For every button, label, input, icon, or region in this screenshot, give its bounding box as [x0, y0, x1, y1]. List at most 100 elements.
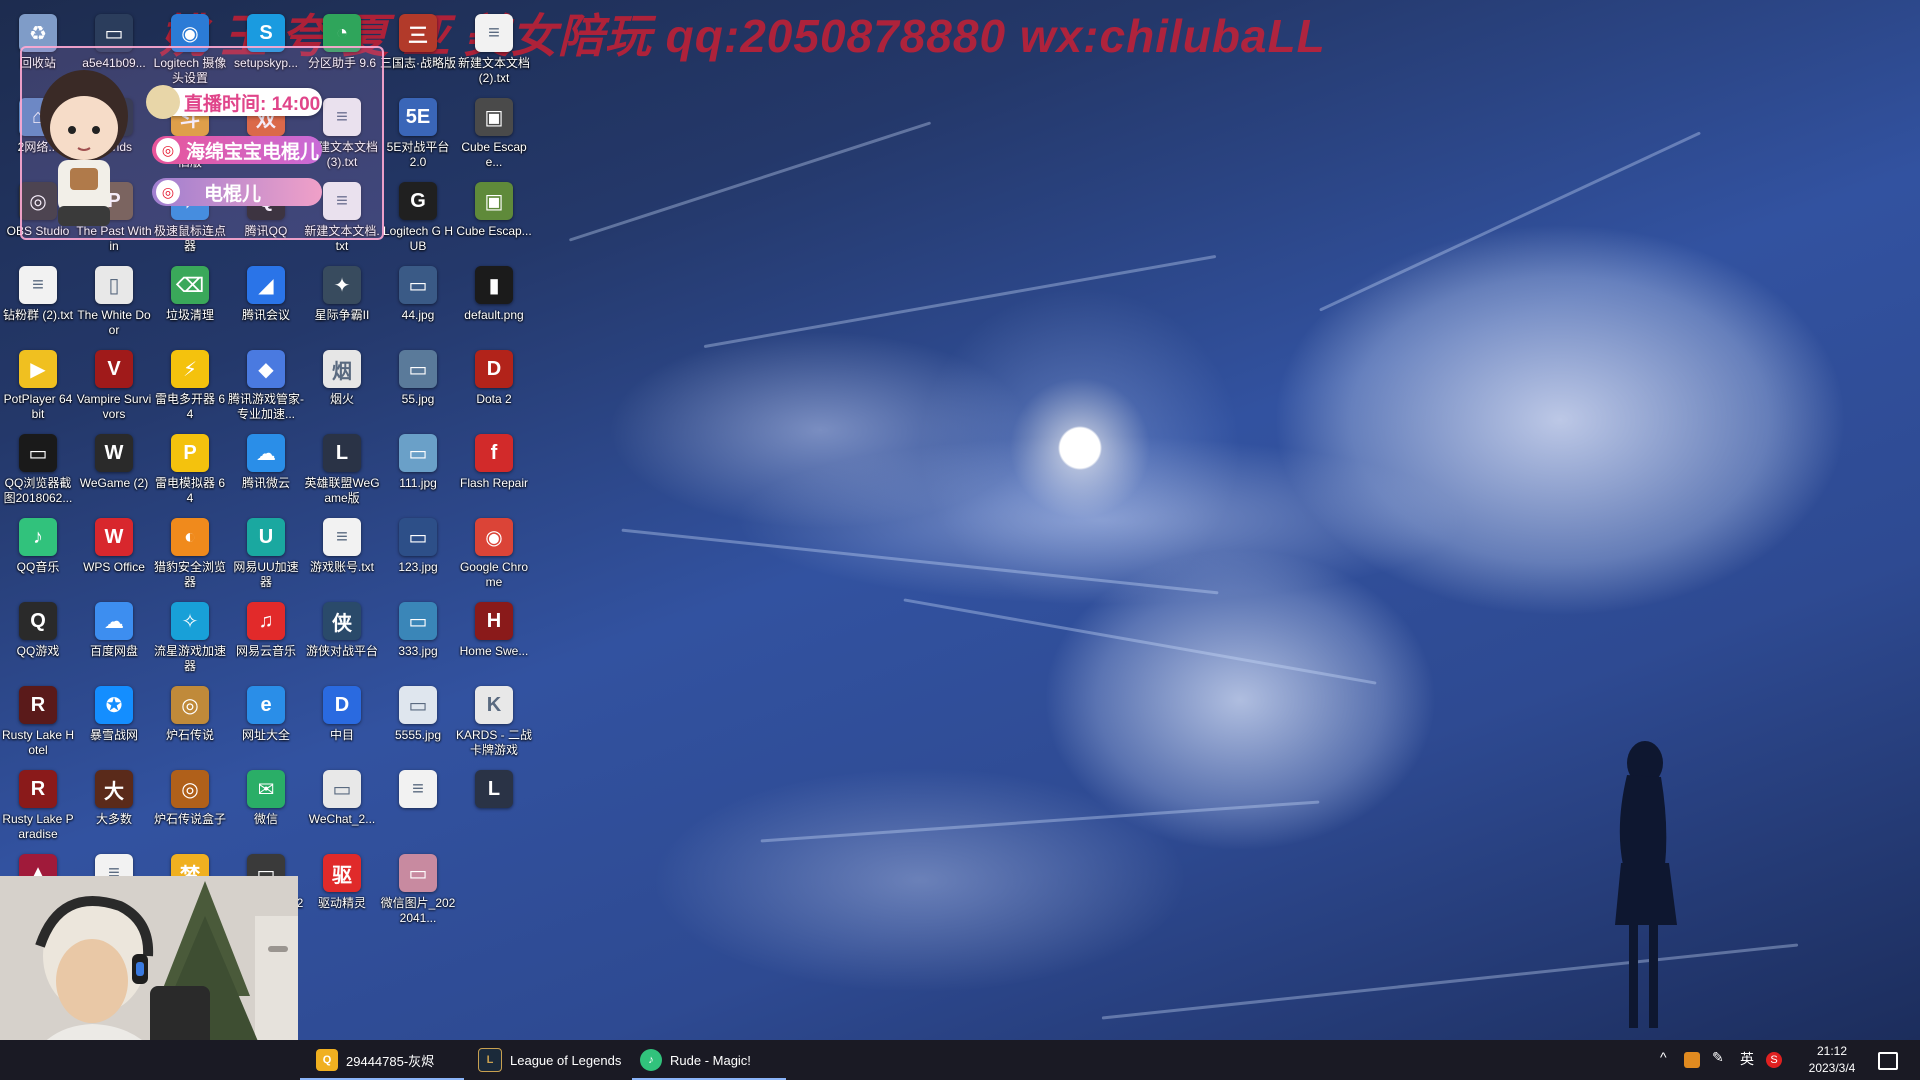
desktop-icon-account-txt[interactable]: ≡ 游戏账号.txt: [304, 510, 380, 575]
baidu-netdisk-icon: ☁: [95, 602, 133, 640]
weibo-icon: ◎: [156, 180, 180, 204]
desktop-icon-label: 网址大全: [241, 728, 290, 742]
desktop-icon-cube-escape2[interactable]: ▣ Cube Escap...: [456, 174, 532, 239]
desktop-icon-label: PotPlayer 64 bit: [3, 392, 73, 421]
desktop-icon-yanhuo[interactable]: 烟烟火: [304, 342, 380, 407]
desktop-icon-lol-small[interactable]: L: [456, 762, 532, 812]
desktop-icon-hearthstone[interactable]: ◎ 炉石传说: [152, 678, 228, 743]
desktop-icon-blank-file[interactable]: ≡: [380, 762, 456, 812]
input-method-indicator[interactable]: 英: [1740, 1049, 1754, 1069]
desktop-icon-battlenet[interactable]: ✪ 暴雪战网: [76, 678, 152, 743]
desktop-icon-ghub[interactable]: G Logitech G HUB: [380, 174, 456, 254]
image-file-icon: ▭: [399, 854, 437, 892]
desktop-icon-tencent-meeting[interactable]: ◢ 腾讯会议: [228, 258, 304, 323]
desktop-icon-default-png[interactable]: ▮ default.png: [456, 258, 532, 323]
desktop-icon-label: 炉石传说: [165, 728, 214, 742]
desktop-icon-white-door[interactable]: ▯ The White Door: [76, 258, 152, 338]
brand-label: 海绵宝宝电棍儿: [186, 141, 320, 163]
desktop-icon-liebao[interactable]: ◐ 猎豹安全浏览器: [152, 510, 228, 590]
desktop-icon-tencent-weiyun[interactable]: ☁ 腾讯微云: [228, 426, 304, 491]
ie-browser-icon: e: [247, 686, 285, 724]
desktop-icon-qq-music[interactable]: ♪ QQ音乐: [0, 510, 76, 575]
desktop-icon-label: 111.jpg: [399, 476, 437, 490]
desktop-icon-qq-game[interactable]: Q QQ游戏: [0, 594, 76, 659]
desktop-icon-vampire[interactable]: V Vampire Survivors: [76, 342, 152, 422]
desktop-icon-leidian[interactable]: P 雷电模拟器 64: [152, 426, 228, 506]
desktop-icon-laji[interactable]: ⌫ 垃圾清理: [152, 258, 228, 323]
system-clock[interactable]: 21:12 2023/3/4: [1796, 1043, 1868, 1077]
youxia-platform-icon: 侠: [323, 602, 361, 640]
desktop-icon-label: 驱动精灵: [317, 896, 366, 910]
desktop-icon-rusty-hotel[interactable]: R Rusty Lake Hotel: [0, 678, 76, 758]
desktop-icon-tencent-game-mgr[interactable]: ◆ 腾讯游戏管家-专业加速...: [228, 342, 304, 422]
desktop-icon-wps[interactable]: W WPS Office: [76, 510, 152, 575]
nickname-label: 电棍儿: [204, 183, 262, 205]
desktop-icon-home-sweet[interactable]: H Home Swe...: [456, 594, 532, 659]
desktop-icon-uu[interactable]: U 网易UU加速器: [228, 510, 304, 590]
desktop-icon-dota2[interactable]: D Dota 2: [456, 342, 532, 407]
desktop-icon-111jpg[interactable]: ▭ 111.jpg: [380, 426, 456, 491]
taskbar-item-label: League of Legends: [510, 1052, 622, 1068]
image-file-icon: ▮: [475, 266, 513, 304]
desktop-icon-label: 星际争霸II: [314, 308, 370, 322]
desktop-icon-wangzhi[interactable]: e 网址大全: [228, 678, 304, 743]
desktop-icon-netease-music[interactable]: ♫ 网易云音乐: [228, 594, 304, 659]
desktop-icon-wechat-img2[interactable]: ▭ 微信图片_2022041...: [380, 846, 456, 926]
desktop-icon-label: 44.jpg: [401, 308, 435, 322]
desktop-icon-333jpg[interactable]: ▭ 333.jpg: [380, 594, 456, 659]
desktop-icon-label: Dota 2: [476, 392, 512, 406]
desktop-icon-kards[interactable]: K KARDS - 二战卡牌游戏: [456, 678, 532, 758]
show-hidden-icons-chevron[interactable]: ^: [1660, 1049, 1667, 1065]
taskbar-item-music[interactable]: ♪ Rude - Magic!: [632, 1040, 786, 1080]
desktop-icon-fans-txt[interactable]: ≡ 钻粉群 (2).txt: [0, 258, 76, 323]
desktop-icon-label: 游侠对战平台: [305, 644, 378, 658]
desktop-icon-youxia[interactable]: 侠游侠对战平台: [304, 594, 380, 659]
desktop-icon-flash-repair[interactable]: f Flash Repair: [456, 426, 532, 491]
live-time-label: 直播时间: 14:00: [184, 93, 321, 115]
desktop-icon-wechat[interactable]: ✉ 微信: [228, 762, 304, 827]
desktop-icon-label: QQ音乐: [16, 560, 60, 574]
desktop-icon-sanguo[interactable]: 三三国志·战略版: [380, 6, 456, 71]
notification-center-icon[interactable]: [1878, 1052, 1898, 1070]
desktop-icon-daduoshu[interactable]: 大大多数: [76, 762, 152, 827]
desktop-icon-label: Rusty Lake Hotel: [1, 728, 75, 757]
daduoshu-game-icon: 大: [95, 770, 133, 808]
desktop-icon-123jpg[interactable]: ▭ 123.jpg: [380, 510, 456, 575]
taskbar-item-league[interactable]: L League of Legends: [470, 1040, 630, 1080]
qq-music-icon: ♪: [640, 1049, 662, 1071]
desktop-icon-leidian-multi[interactable]: ⚡ 雷电多开器 64: [152, 342, 228, 422]
desktop-icon-wegame2[interactable]: W WeGame (2): [76, 426, 152, 491]
desktop-icon-potplayer[interactable]: ▶ PotPlayer 64 bit: [0, 342, 76, 422]
taskbar-item-qq-chat[interactable]: Q 29444785-灰烬: [300, 1040, 464, 1080]
desktop-icon-newtxt2[interactable]: ≡ 新建文本文档 (2).txt: [456, 6, 532, 86]
desktop-icon-hs-box[interactable]: ◎ 炉石传说盒子: [152, 762, 228, 827]
qq-game-icon: Q: [19, 602, 57, 640]
desktop-icon-44jpg[interactable]: ▭ 44.jpg: [380, 258, 456, 323]
desktop-icon-5555jpg[interactable]: ▭ 5555.jpg: [380, 678, 456, 743]
pen-icon[interactable]: ✎: [1712, 1049, 1724, 1066]
battlenet-icon: ✪: [95, 686, 133, 724]
desktop-icon-rusty-paradise[interactable]: R Rusty Lake Paradise: [0, 762, 76, 842]
desktop-icon-cube-escape[interactable]: ▣ Cube Escape...: [456, 90, 532, 170]
desktop-icon-5e[interactable]: 5E 5E对战平台 2.0: [380, 90, 456, 170]
desktop-icon-qudong[interactable]: 驱驱动精灵: [304, 846, 380, 911]
desktop-icon-lol-wegame[interactable]: L 英雄联盟WeGame版: [304, 426, 380, 506]
sanguo-game-icon: 三: [399, 14, 437, 52]
desktop-icon-qq-browser-shot[interactable]: ▭ QQ浏览器截图2018062...: [0, 426, 76, 506]
desktop-icon-starcraft[interactable]: ✦ 星际争霸II: [304, 258, 380, 323]
sogou-ime-icon[interactable]: S: [1766, 1052, 1782, 1068]
desktop-icon-label: QQ浏览器截图2018062...: [3, 476, 73, 505]
tray-app-icon[interactable]: [1684, 1052, 1700, 1068]
desktop-icon-label: Cube Escap...: [456, 224, 532, 238]
dota2-icon: D: [475, 350, 513, 388]
desktop-icon-chrome[interactable]: ◉ Google Chrome: [456, 510, 532, 590]
desktop-icon-55jpg[interactable]: ▭ 55.jpg: [380, 342, 456, 407]
desktop-icon-liuxing[interactable]: ✧ 流星游戏加速器: [152, 594, 228, 674]
hearthstone-icon: ◎: [171, 686, 209, 724]
text-file-icon: ≡: [323, 518, 361, 556]
desktop-icon-label: 微信: [253, 812, 278, 826]
clock-time: 21:12: [1816, 1044, 1848, 1058]
desktop-icon-wechat-2[interactable]: ▭ WeChat_2...: [304, 762, 380, 827]
desktop-icon-baidu-pan[interactable]: ☁ 百度网盘: [76, 594, 152, 659]
desktop-icon-zhongmu[interactable]: D 中目: [304, 678, 380, 743]
